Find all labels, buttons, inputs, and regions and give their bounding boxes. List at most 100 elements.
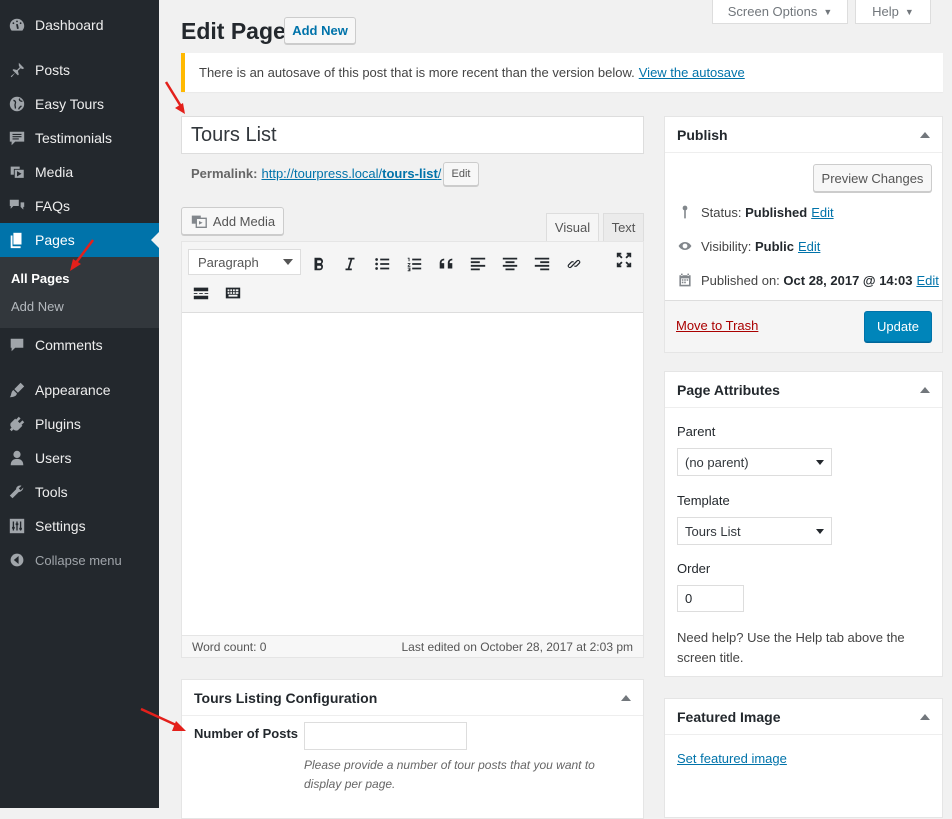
menu-item-faqs[interactable]: FAQs xyxy=(0,189,159,223)
menu-item-dashboard[interactable]: Dashboard xyxy=(0,8,159,42)
visibility-row: Visibility: Public Edit xyxy=(677,238,820,254)
bold-button[interactable] xyxy=(309,254,329,274)
blockquote-icon xyxy=(439,258,453,269)
add-media-label: Add Media xyxy=(212,213,276,229)
align-left-icon xyxy=(470,257,486,271)
help-tab[interactable]: Help ▼ xyxy=(855,0,931,24)
bullet-list-button[interactable] xyxy=(372,254,392,274)
tours-config-header[interactable]: Tours Listing Configuration xyxy=(182,680,643,716)
fullscreen-button[interactable] xyxy=(614,250,634,270)
collapse-icon xyxy=(8,551,26,569)
annotation-arrow-title xyxy=(164,81,185,114)
help-label: Help xyxy=(872,4,899,19)
screen-options-tab[interactable]: Screen Options ▼ xyxy=(712,0,848,24)
submenu-all-pages[interactable]: All Pages xyxy=(11,271,70,286)
page-attributes-header[interactable]: Page Attributes xyxy=(665,372,942,408)
view-autosave-link[interactable]: View the autosave xyxy=(639,65,745,80)
menu-item-tools[interactable]: Tools xyxy=(0,475,159,509)
published-label: Published on: xyxy=(701,272,780,288)
page-title: Edit Page xyxy=(181,18,286,44)
menu-item-appearance[interactable]: Appearance xyxy=(0,373,159,407)
collapse-menu-button[interactable]: Collapse menu xyxy=(0,543,159,577)
collapse-toggle-icon[interactable] xyxy=(920,387,930,393)
move-to-trash-link[interactable]: Move to Trash xyxy=(676,318,758,333)
publish-header[interactable]: Publish xyxy=(665,117,942,153)
visibility-edit-link[interactable]: Edit xyxy=(798,239,820,254)
content-editor: Paragraph Word count: 0 Last edited on O… xyxy=(181,241,644,658)
plugin-icon xyxy=(8,415,26,433)
parent-select[interactable]: (no parent) xyxy=(677,448,832,476)
link-button[interactable] xyxy=(564,254,584,274)
number-of-posts-help: Please provide a number of tour posts th… xyxy=(304,758,595,791)
submenu-add-new[interactable]: Add New xyxy=(11,299,64,314)
featured-image-header[interactable]: Featured Image xyxy=(665,699,942,735)
publish-actions: Move to Trash Update xyxy=(665,300,942,352)
align-center-button[interactable] xyxy=(500,254,520,274)
faq-icon xyxy=(8,197,26,215)
format-value: Paragraph xyxy=(198,254,259,270)
add-media-button[interactable]: Add Media xyxy=(181,207,284,235)
menu-item-users[interactable]: Users xyxy=(0,441,159,475)
read-more-button[interactable] xyxy=(191,283,211,303)
template-value: Tours List xyxy=(685,523,741,539)
pin-icon xyxy=(8,61,26,79)
fullscreen-icon xyxy=(616,252,632,268)
post-title-input[interactable]: Tours List xyxy=(181,116,644,154)
permalink-edit-button[interactable]: Edit xyxy=(443,162,479,186)
chevron-down-icon xyxy=(816,529,824,538)
tours-config-box: Tours Listing Configuration Number of Po… xyxy=(181,679,644,819)
word-count: Word count: 0 xyxy=(192,639,267,654)
editor-body[interactable] xyxy=(182,314,643,635)
menu-item-posts[interactable]: Posts xyxy=(0,53,159,87)
format-select[interactable]: Paragraph xyxy=(188,249,301,275)
order-input[interactable]: 0 xyxy=(677,585,744,612)
menu-label: Users xyxy=(35,450,72,466)
menu-label: Appearance xyxy=(35,382,111,398)
permalink-url[interactable]: http://tourpress.local/tours-list/ xyxy=(261,166,441,181)
status-row: Status: Published Edit xyxy=(677,204,834,220)
menu-item-plugins[interactable]: Plugins xyxy=(0,407,159,441)
tab-visual[interactable]: Visual xyxy=(546,213,599,241)
preview-changes-button[interactable]: Preview Changes xyxy=(813,164,932,192)
menu-item-settings[interactable]: Settings xyxy=(0,509,159,543)
admin-sidebar: Dashboard Posts Easy Tours Testimonials … xyxy=(0,0,159,808)
menu-item-easy-tours[interactable]: Easy Tours xyxy=(0,87,159,121)
menu-label: Testimonials xyxy=(35,130,113,146)
menu-label: FAQs xyxy=(35,198,71,214)
numbered-list-button[interactable] xyxy=(404,254,424,274)
collapse-toggle-icon[interactable] xyxy=(920,714,930,720)
published-edit-link[interactable]: Edit xyxy=(916,273,938,288)
parent-label: Parent xyxy=(677,424,716,439)
set-featured-image-link[interactable]: Set featured image xyxy=(677,751,787,766)
tab-text[interactable]: Text xyxy=(603,213,644,241)
featured-image-box: Featured Image Set featured image xyxy=(664,698,943,818)
template-select[interactable]: Tours List xyxy=(677,517,832,545)
featured-image-title: Featured Image xyxy=(677,708,781,725)
template-label: Template xyxy=(677,493,730,508)
collapse-toggle-icon[interactable] xyxy=(621,695,631,701)
update-button[interactable]: Update xyxy=(864,311,932,342)
menu-item-testimonials[interactable]: Testimonials xyxy=(0,121,159,155)
italic-button[interactable] xyxy=(340,254,360,274)
menu-item-media[interactable]: Media xyxy=(0,155,159,189)
blockquote-button[interactable] xyxy=(436,254,456,274)
collapse-toggle-icon[interactable] xyxy=(920,132,930,138)
number-of-posts-input[interactable] xyxy=(304,722,467,750)
screen-options-label: Screen Options xyxy=(727,4,818,19)
add-new-button[interactable]: Add New xyxy=(284,17,356,44)
menu-item-comments[interactable]: Comments xyxy=(0,328,159,362)
bullet-list-icon xyxy=(375,258,390,270)
page-attributes-help: Need help? Use the Help tab above the sc… xyxy=(677,630,905,665)
permalink: Permalink: http://tourpress.local/tours-… xyxy=(191,166,441,181)
permalink-slug: tours-list xyxy=(382,166,438,181)
dashboard-icon xyxy=(8,16,26,34)
parent-value: (no parent) xyxy=(685,454,749,470)
align-left-button[interactable] xyxy=(468,254,488,274)
align-center-icon xyxy=(502,257,518,271)
editor-toolbar: Paragraph xyxy=(182,242,643,313)
status-edit-link[interactable]: Edit xyxy=(811,205,833,220)
toolbar-toggle-button[interactable] xyxy=(223,283,243,303)
pages-icon xyxy=(8,231,26,249)
align-right-button[interactable] xyxy=(532,254,552,274)
eye-icon xyxy=(678,242,692,250)
